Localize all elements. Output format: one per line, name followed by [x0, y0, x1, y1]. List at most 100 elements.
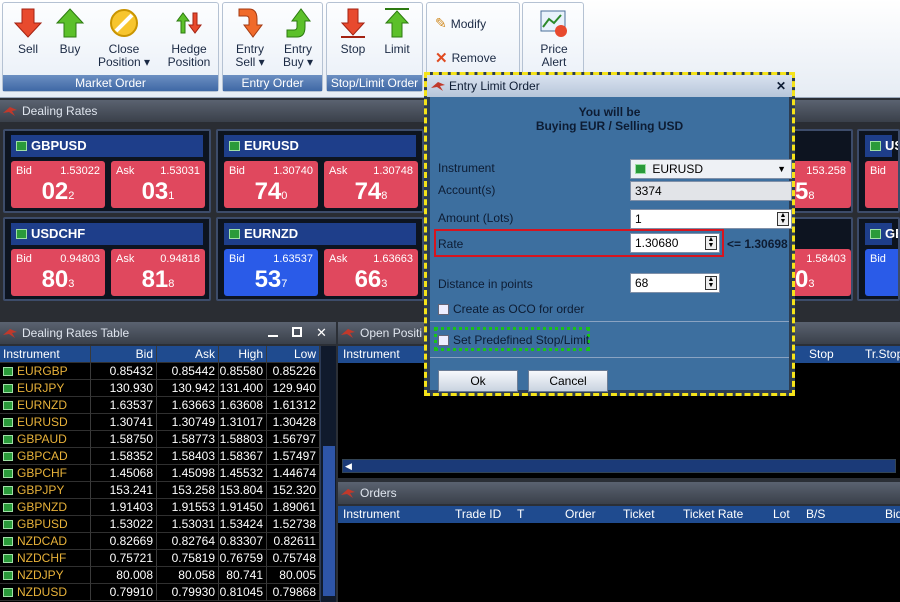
currency-flag-icon: [3, 452, 13, 461]
sell-button[interactable]: Sell: [9, 7, 47, 56]
modify-button[interactable]: ✎ Modify: [435, 15, 486, 32]
col-instrument[interactable]: Instrument: [340, 346, 403, 363]
col-instrument[interactable]: Instrument: [340, 506, 403, 523]
account-field[interactable]: 3374: [630, 181, 792, 201]
hedge-position-button[interactable]: Hedge Position: [161, 7, 217, 69]
bid-label: Bid: [229, 165, 245, 177]
spinner-arrows-icon[interactable]: ▲ ▼: [705, 276, 717, 290]
oco-checkbox[interactable]: Create as OCO for order: [438, 302, 584, 316]
table-scrollbar[interactable]: [320, 346, 336, 602]
table-row[interactable]: EURUSD 1.30741 1.30749 1.31017 1.30428: [0, 414, 320, 431]
bid-big-figure: 022: [41, 178, 75, 205]
bid-button[interactable]: Bid 1.30740 740: [224, 161, 318, 208]
rate-tile-partial-gb[interactable]: GB Bid: [857, 217, 900, 301]
ask-button[interactable]: Ask 1.53031 031: [111, 161, 205, 208]
table-row[interactable]: GBPUSD 1.53022 1.53031 1.53424 1.52738: [0, 516, 320, 533]
close-panel-icon[interactable]: ✕: [316, 322, 327, 344]
ask-big-figure: 818: [141, 266, 175, 293]
table-row[interactable]: EURNZD 1.63537 1.63663 1.63608 1.61312: [0, 397, 320, 414]
scrollbar-thumb[interactable]: [323, 446, 335, 596]
spinner-arrows-icon[interactable]: ▲ ▼: [777, 212, 789, 226]
table-row[interactable]: GBPCHF 1.45068 1.45098 1.45532 1.44674: [0, 465, 320, 482]
maximize-icon[interactable]: [292, 327, 302, 337]
bid-button[interactable]: Bid: [865, 161, 898, 208]
orders-columns: Instrument Trade ID T Order Ticket Ticke…: [338, 506, 900, 523]
rate-tile-partial-us[interactable]: US Bid: [857, 129, 900, 213]
ask-button[interactable]: Ask 0.94818 818: [111, 249, 205, 296]
column-header[interactable]: High: [219, 346, 267, 363]
rate-tile-eurnzd[interactable]: EURNZD Bid 1.63537 537 Ask 1.63663 663: [216, 217, 424, 301]
col-ticket[interactable]: Ticket: [620, 506, 658, 523]
rate-cell: 1.91403: [91, 499, 157, 516]
column-header[interactable]: Bid: [91, 346, 157, 363]
distance-input[interactable]: 68 ▲ ▼: [630, 273, 720, 293]
ask-button[interactable]: Ask 1.30748 748: [324, 161, 418, 208]
rate-cell: 1.58750: [91, 431, 157, 448]
table-row[interactable]: GBPJPY 153.241 153.258 153.804 152.320: [0, 482, 320, 499]
table-row[interactable]: GBPNZD 1.91403 1.91553 1.91450 1.89061: [0, 499, 320, 516]
bid-button[interactable]: Bid 0.94803 803: [11, 249, 105, 296]
column-header[interactable]: Low: [267, 346, 320, 363]
table-row[interactable]: NZDUSD 0.79910 0.79930 0.81045 0.79868: [0, 584, 320, 601]
col-ticket-rate[interactable]: Ticket Rate: [680, 506, 746, 523]
remove-button[interactable]: ✕ Remove: [435, 49, 496, 67]
dialog-close-icon[interactable]: ✕: [776, 75, 786, 97]
cancel-button[interactable]: Cancel: [528, 370, 608, 392]
col-bid[interactable]: Bid: [882, 506, 900, 523]
horizontal-scrollbar[interactable]: ◀: [342, 459, 896, 473]
scroll-left-icon[interactable]: ◀: [345, 461, 352, 472]
instrument-select[interactable]: EURUSD ▼: [630, 159, 792, 179]
rate-cell: 1.63663: [157, 397, 219, 414]
instrument-cell: GBPCAD: [0, 448, 91, 465]
column-header[interactable]: Ask: [157, 346, 219, 363]
entry-sell-button[interactable]: Entry Sell ▾: [227, 7, 273, 69]
table-row[interactable]: EURGBP 0.85432 0.85442 0.85580 0.85226: [0, 363, 320, 380]
col-trade-id[interactable]: Trade ID: [452, 506, 504, 523]
table-row[interactable]: NZDCAD 0.82669 0.82764 0.83307 0.82611: [0, 533, 320, 550]
bid-big-figure: 740: [254, 178, 288, 205]
rate-cell: 130.930: [91, 380, 157, 397]
entry-sell-icon: [238, 8, 263, 38]
dealing-rates-table: Instrument Bid Ask High Low EURGBP 0.85432 0.85…: [0, 346, 336, 602]
col-order[interactable]: Order: [562, 506, 599, 523]
column-header[interactable]: Instrument: [0, 346, 91, 363]
table-row[interactable]: GBPAUD 1.58750 1.58773 1.58803 1.56797: [0, 431, 320, 448]
currency-flag-icon: [3, 537, 13, 546]
bid-button[interactable]: Bid: [865, 249, 898, 296]
limit-button[interactable]: Limit: [377, 7, 417, 56]
rate-input[interactable]: 1.30680 ▲ ▼: [630, 233, 720, 253]
predefined-stop-limit-checkbox[interactable]: Set Predefined Stop/Limit: [438, 333, 589, 347]
currency-flag-icon: [870, 229, 881, 239]
spinner-arrows-icon[interactable]: ▲ ▼: [705, 236, 717, 250]
table-row[interactable]: GBPCAD 1.58352 1.58403 1.58367 1.57497: [0, 448, 320, 465]
col-lot[interactable]: Lot: [770, 506, 793, 523]
col-t[interactable]: T: [514, 506, 527, 523]
table-row[interactable]: NZDJPY 80.008 80.058 80.741 80.005: [0, 567, 320, 584]
checkbox-icon[interactable]: [438, 303, 449, 315]
table-row[interactable]: NZDCHF 0.75721 0.75819 0.76759 0.75748: [0, 550, 320, 567]
instrument-cell: EURGBP: [0, 363, 91, 380]
rate-tile-usdchf[interactable]: USDCHF Bid 0.94803 803 Ask 0.94818 818: [3, 217, 211, 301]
close-position-button[interactable]: Close Position ▾: [93, 7, 155, 69]
rate-tile-eurusd[interactable]: EURUSD Bid 1.30740 740 Ask 1.30748 748: [216, 129, 424, 213]
minimize-icon[interactable]: [268, 328, 278, 337]
ok-button[interactable]: Ok: [438, 370, 518, 392]
buy-button[interactable]: Buy: [51, 7, 89, 56]
bid-button[interactable]: Bid 1.63537 537: [224, 249, 318, 296]
rate-cell: 1.58367: [219, 448, 267, 465]
col-bs[interactable]: B/S: [803, 506, 828, 523]
checkbox-icon[interactable]: [438, 334, 449, 346]
price-alert-button[interactable]: Price Alert: [529, 7, 579, 69]
stop-button[interactable]: Stop: [333, 7, 373, 56]
col-trstop[interactable]: Tr.Stop: [862, 346, 900, 363]
table-row[interactable]: EURJPY 130.930 130.942 131.400 129.940: [0, 380, 320, 397]
amount-stepper[interactable]: 1 ▲ ▼: [630, 209, 792, 229]
bid-button[interactable]: Bid 1.53022 022: [11, 161, 105, 208]
entry-buy-button[interactable]: Entry Buy ▾: [275, 7, 321, 69]
ask-price: 1.58403: [806, 253, 846, 265]
currency-flag-icon: [3, 503, 13, 512]
rate-tile-gbpusd[interactable]: GBPUSD Bid 1.53022 022 Ask 1.53031 031: [3, 129, 211, 213]
rate-cell: 0.85580: [219, 363, 267, 380]
ask-button[interactable]: Ask 1.63663 663: [324, 249, 418, 296]
col-stop[interactable]: Stop: [806, 346, 837, 363]
